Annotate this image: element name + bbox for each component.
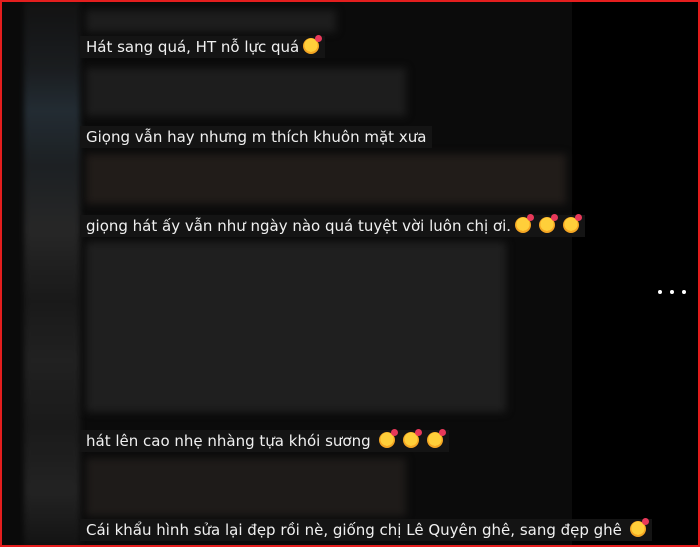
comment-text: Giọng vẫn hay nhưng m thích khuôn mặt xư… [80,126,433,148]
redacted-name [86,68,406,116]
comment-body: Cái khẩu hình sửa lại đẹp rồi nè, giống … [86,521,622,539]
right-gutter [572,2,698,545]
more-horizontal-icon [670,290,674,294]
smiling-face-with-hearts-icon [426,429,446,448]
blurred-avatar-column [24,2,80,545]
comment-body: giọng hát ấy vẫn như ngày nào quá tuyệt … [86,217,512,235]
redacted-content [86,242,506,412]
smiling-face-with-hearts-icon [378,429,398,448]
smiling-face-with-hearts-icon [515,214,535,233]
comment-text: giọng hát ấy vẫn như ngày nào quá tuyệt … [80,214,586,237]
redacted-name [86,458,406,516]
smiling-face-with-hearts-icon [539,214,559,233]
smiling-face-with-hearts-icon [402,429,422,448]
comment-body: Hát sang quá, HT nỗ lực quá [86,38,300,56]
comments-panel: Hát sang quá, HT nỗ lực quá Giọng vẫn ha… [0,0,700,547]
smiling-face-with-hearts-icon [563,214,583,233]
more-horizontal-icon [682,290,686,294]
left-edge [2,2,24,545]
redacted-name [86,10,336,32]
comment-body: hát lên cao nhẹ nhàng tựa khói sương [86,432,371,450]
more-horizontal-icon [658,290,662,294]
comment-text: Hát sang quá, HT nỗ lực quá [80,35,326,58]
comment-text: hát lên cao nhẹ nhàng tựa khói sương [80,429,449,452]
comment-text: Cái khẩu hình sửa lại đẹp rồi nè, giống … [80,518,652,541]
redacted-name [86,154,566,204]
smiling-face-with-hearts-icon [629,518,649,537]
more-options-button[interactable] [658,282,686,302]
comment-body: Giọng vẫn hay nhưng m thích khuôn mặt xư… [86,128,427,146]
smiling-face-with-hearts-icon [303,35,323,54]
